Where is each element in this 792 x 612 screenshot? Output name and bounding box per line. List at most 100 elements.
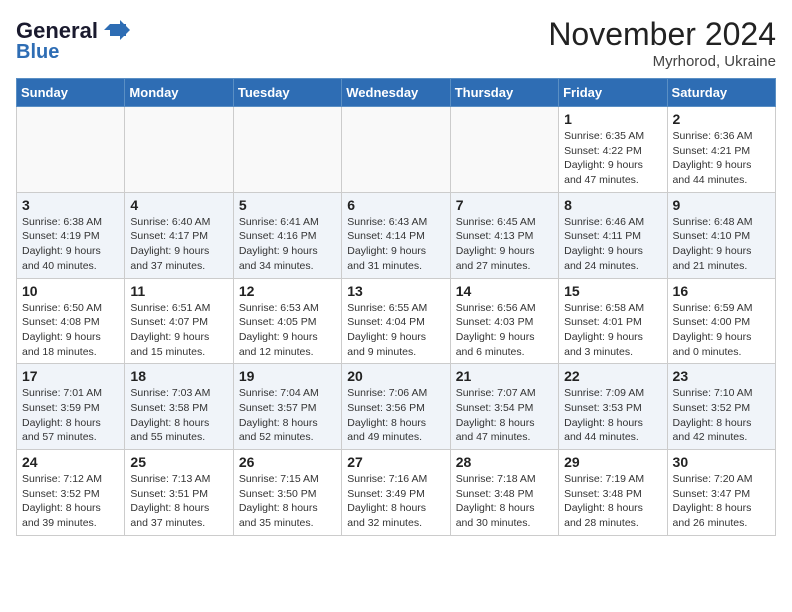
column-header-sunday: Sunday: [17, 79, 125, 107]
day-number: 19: [239, 368, 336, 384]
calendar-cell: 14Sunrise: 6:56 AMSunset: 4:03 PMDayligh…: [450, 278, 558, 364]
day-number: 18: [130, 368, 227, 384]
day-number: 5: [239, 197, 336, 213]
calendar-week-row: 1Sunrise: 6:35 AMSunset: 4:22 PMDaylight…: [17, 107, 776, 193]
calendar-cell: 25 Sunrise: 7:13 AMSunset: 3:51 PMDayligh…: [125, 450, 233, 536]
day-info: Sunrise: 6:41 AMSunset: 4:16 PMDaylight:…: [239, 215, 336, 274]
logo: General Blue: [16, 16, 130, 62]
calendar-cell: [450, 107, 558, 193]
day-info: Sunrise: 6:35 AMSunset: 4:22 PMDaylight:…: [564, 129, 661, 188]
day-number: 10: [22, 283, 119, 299]
calendar-cell: 17 Sunrise: 7:01 AMSunset: 3:59 PMDayligh…: [17, 364, 125, 450]
day-info: Sunrise: 7:06 AMSunset: 3:56 PMDaylight:…: [347, 386, 444, 445]
calendar-cell: 30 Sunrise: 7:20 AMSunset: 3:47 PMDayligh…: [667, 450, 775, 536]
day-info: Sunrise: 6:55 AMSunset: 4:04 PMDaylight:…: [347, 301, 444, 360]
day-info: Sunrise: 6:58 AMSunset: 4:01 PMDaylight:…: [564, 301, 661, 360]
day-number: 16: [673, 283, 770, 299]
day-number: 22: [564, 368, 661, 384]
column-header-monday: Monday: [125, 79, 233, 107]
day-info: Sunrise: 7:03 AMSunset: 3:58 PMDaylight:…: [130, 386, 227, 445]
column-header-tuesday: Tuesday: [233, 79, 341, 107]
calendar-week-row: 3 Sunrise: 6:38 AMSunset: 4:19 PMDaylight…: [17, 192, 776, 278]
day-info: Sunrise: 7:20 AMSunset: 3:47 PMDaylight:…: [673, 472, 770, 531]
day-number: 6: [347, 197, 444, 213]
calendar-cell: 15 Sunrise: 6:58 AMSunset: 4:01 PMDayligh…: [559, 278, 667, 364]
day-info: Sunrise: 7:13 AMSunset: 3:51 PMDaylight:…: [130, 472, 227, 531]
logo-blue-text: Blue: [16, 42, 59, 62]
day-number: 15: [564, 283, 661, 299]
calendar-cell: 10 Sunrise: 6:50 AMSunset: 4:08 PMDayligh…: [17, 278, 125, 364]
calendar-cell: 29 Sunrise: 7:19 AMSunset: 3:48 PMDayligh…: [559, 450, 667, 536]
day-info: Sunrise: 7:09 AMSunset: 3:53 PMDaylight:…: [564, 386, 661, 445]
day-info: Sunrise: 7:18 AMSunset: 3:48 PMDaylight:…: [456, 472, 553, 531]
day-info: Sunrise: 6:51 AMSunset: 4:07 PMDaylight:…: [130, 301, 227, 360]
day-info: Sunrise: 7:07 AMSunset: 3:54 PMDaylight:…: [456, 386, 553, 445]
day-info: Sunrise: 6:43 AMSunset: 4:14 PMDaylight:…: [347, 215, 444, 274]
calendar-week-row: 17 Sunrise: 7:01 AMSunset: 3:59 PMDayligh…: [17, 364, 776, 450]
day-info: Sunrise: 6:50 AMSunset: 4:08 PMDaylight:…: [22, 301, 119, 360]
day-info: Sunrise: 6:53 AMSunset: 4:05 PMDaylight:…: [239, 301, 336, 360]
calendar-week-row: 10 Sunrise: 6:50 AMSunset: 4:08 PMDayligh…: [17, 278, 776, 364]
day-info: Sunrise: 6:40 AMSunset: 4:17 PMDaylight:…: [130, 215, 227, 274]
calendar-header-row: SundayMondayTuesdayWednesdayThursdayFrid…: [17, 79, 776, 107]
calendar-cell: 27 Sunrise: 7:16 AMSunset: 3:49 PMDayligh…: [342, 450, 450, 536]
day-number: 28: [456, 454, 553, 470]
column-header-thursday: Thursday: [450, 79, 558, 107]
day-number: 8: [564, 197, 661, 213]
calendar-cell: 1Sunrise: 6:35 AMSunset: 4:22 PMDaylight…: [559, 107, 667, 193]
calendar-cell: 12 Sunrise: 6:53 AMSunset: 4:05 PMDayligh…: [233, 278, 341, 364]
calendar-cell: 13 Sunrise: 6:55 AMSunset: 4:04 PMDayligh…: [342, 278, 450, 364]
calendar-cell: 4Sunrise: 6:40 AMSunset: 4:17 PMDaylight…: [125, 192, 233, 278]
column-header-friday: Friday: [559, 79, 667, 107]
day-info: Sunrise: 6:36 AMSunset: 4:21 PMDaylight:…: [673, 129, 770, 188]
day-info: Sunrise: 6:45 AMSunset: 4:13 PMDaylight:…: [456, 215, 553, 274]
day-info: Sunrise: 7:04 AMSunset: 3:57 PMDaylight:…: [239, 386, 336, 445]
day-number: 7: [456, 197, 553, 213]
calendar-cell: 19 Sunrise: 7:04 AMSunset: 3:57 PMDayligh…: [233, 364, 341, 450]
day-number: 17: [22, 368, 119, 384]
day-info: Sunrise: 6:59 AMSunset: 4:00 PMDaylight:…: [673, 301, 770, 360]
day-number: 26: [239, 454, 336, 470]
day-number: 23: [673, 368, 770, 384]
day-number: 9: [673, 197, 770, 213]
day-info: Sunrise: 7:16 AMSunset: 3:49 PMDaylight:…: [347, 472, 444, 531]
day-info: Sunrise: 7:10 AMSunset: 3:52 PMDaylight:…: [673, 386, 770, 445]
calendar-week-row: 24 Sunrise: 7:12 AMSunset: 3:52 PMDayligh…: [17, 450, 776, 536]
logo-icon: [100, 16, 130, 46]
day-info: Sunrise: 7:01 AMSunset: 3:59 PMDaylight:…: [22, 386, 119, 445]
calendar-cell: 8 Sunrise: 6:46 AMSunset: 4:11 PMDaylight…: [559, 192, 667, 278]
day-number: 3: [22, 197, 119, 213]
calendar-cell: 6 Sunrise: 6:43 AMSunset: 4:14 PMDaylight…: [342, 192, 450, 278]
day-info: Sunrise: 7:12 AMSunset: 3:52 PMDaylight:…: [22, 472, 119, 531]
day-number: 27: [347, 454, 444, 470]
calendar-table: SundayMondayTuesdayWednesdayThursdayFrid…: [16, 78, 776, 536]
day-number: 24: [22, 454, 119, 470]
location: Myrhorod, Ukraine: [548, 53, 776, 70]
day-number: 30: [673, 454, 770, 470]
calendar-cell: [342, 107, 450, 193]
calendar-cell: 21 Sunrise: 7:07 AMSunset: 3:54 PMDayligh…: [450, 364, 558, 450]
title-block: November 2024 Myrhorod, Ukraine: [548, 16, 776, 70]
calendar-cell: 11Sunrise: 6:51 AMSunset: 4:07 PMDayligh…: [125, 278, 233, 364]
calendar-cell: 16 Sunrise: 6:59 AMSunset: 4:00 PMDayligh…: [667, 278, 775, 364]
day-info: Sunrise: 6:38 AMSunset: 4:19 PMDaylight:…: [22, 215, 119, 274]
day-info: Sunrise: 6:46 AMSunset: 4:11 PMDaylight:…: [564, 215, 661, 274]
calendar-cell: 23 Sunrise: 7:10 AMSunset: 3:52 PMDayligh…: [667, 364, 775, 450]
day-number: 13: [347, 283, 444, 299]
calendar-cell: [233, 107, 341, 193]
day-number: 25: [130, 454, 227, 470]
day-info: Sunrise: 7:19 AMSunset: 3:48 PMDaylight:…: [564, 472, 661, 531]
page-header: General Blue November 2024 Myrhorod, Ukr…: [16, 16, 776, 70]
day-number: 21: [456, 368, 553, 384]
day-number: 29: [564, 454, 661, 470]
month-title: November 2024: [548, 16, 776, 53]
day-number: 20: [347, 368, 444, 384]
calendar-cell: 3 Sunrise: 6:38 AMSunset: 4:19 PMDaylight…: [17, 192, 125, 278]
day-info: Sunrise: 7:15 AMSunset: 3:50 PMDaylight:…: [239, 472, 336, 531]
calendar-cell: 20 Sunrise: 7:06 AMSunset: 3:56 PMDayligh…: [342, 364, 450, 450]
calendar-cell: 22 Sunrise: 7:09 AMSunset: 3:53 PMDayligh…: [559, 364, 667, 450]
calendar-cell: 9Sunrise: 6:48 AMSunset: 4:10 PMDaylight…: [667, 192, 775, 278]
day-info: Sunrise: 6:56 AMSunset: 4:03 PMDaylight:…: [456, 301, 553, 360]
day-number: 12: [239, 283, 336, 299]
calendar-cell: 2Sunrise: 6:36 AMSunset: 4:21 PMDaylight…: [667, 107, 775, 193]
